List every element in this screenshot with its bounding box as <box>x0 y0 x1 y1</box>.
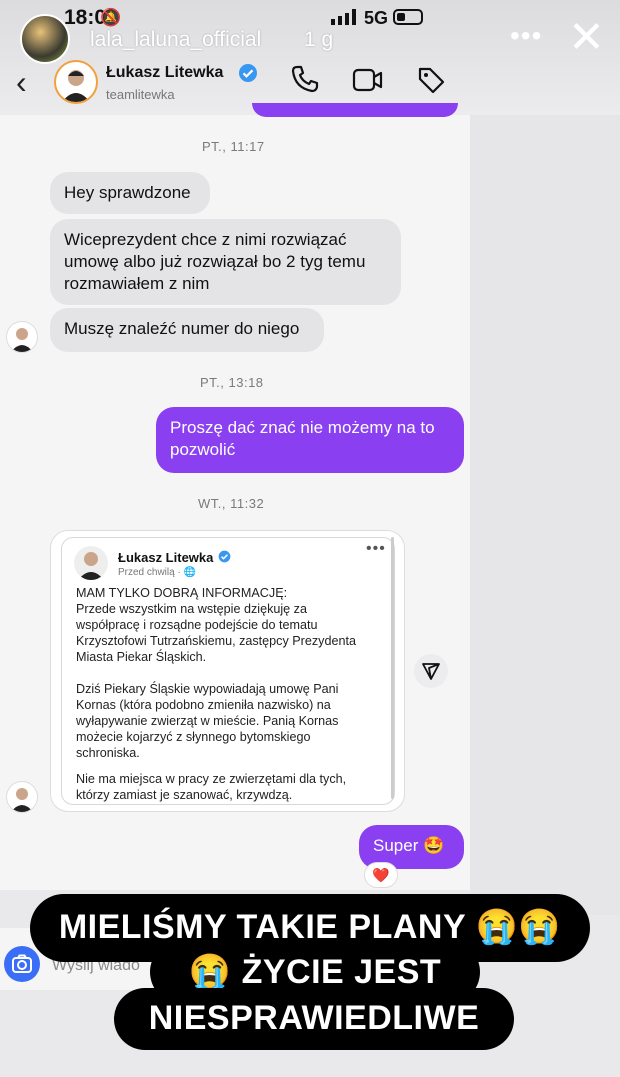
shared-post-screenshot: Łukasz Litewka Przed chwilą · 🌐 ••• MAM … <box>61 537 395 805</box>
post-text-line: Nie ma miejsca w pracy ze zwierzętami dl… <box>76 772 347 786</box>
close-icon[interactable]: ✕ <box>568 16 605 60</box>
person-icon <box>62 70 90 102</box>
incoming-message[interactable]: Hey sprawdzone <box>50 172 210 214</box>
message-text: Muszę znaleźć numer do niego <box>64 319 300 338</box>
tag-icon[interactable] <box>416 65 446 95</box>
post-text-line: MAM TYLKO DOBRĄ INFORMACJĘ: <box>76 586 288 600</box>
more-options-icon[interactable]: ••• <box>510 20 542 52</box>
signal-icon <box>331 9 356 25</box>
camera-button[interactable] <box>4 946 40 982</box>
mute-bell-icon: 🔕 <box>100 8 122 27</box>
video-call-icon[interactable] <box>352 68 384 92</box>
post-text-line: schroniska. <box>76 746 140 760</box>
incoming-message[interactable]: Wiceprezydent chce z nimi rozwiązać umow… <box>50 219 401 305</box>
story-caption: NIESPRAWIEDLIWE <box>114 988 514 1050</box>
person-icon <box>78 552 104 580</box>
outgoing-message[interactable]: Proszę dać znać nie możemy na to pozwoli… <box>156 407 464 473</box>
post-text-line: Kornas (która podobno zmieniła nazwisko)… <box>76 698 331 712</box>
post-text-line: którzy zamiast je szanować, krzywdzą. <box>76 788 293 802</box>
message-text-line: umowę albo już rozwiązał bo 2 tyg temu <box>64 252 366 271</box>
back-icon[interactable]: ‹ <box>16 64 27 100</box>
person-icon <box>11 788 33 812</box>
more-options-icon: ••• <box>366 540 386 557</box>
story-age: 1 g <box>304 28 334 51</box>
heart-reaction[interactable]: ❤️ <box>364 862 398 888</box>
message-text: Hey sprawdzone <box>64 183 191 202</box>
message-text-line: rozmawiałem z nim <box>64 274 210 293</box>
message-text: Super 🤩 <box>373 836 445 855</box>
sender-avatar[interactable] <box>6 781 38 813</box>
previous-message-bubble <box>252 103 458 117</box>
post-text-line: wyłapywanie zwierząt w mieście. Panią Ko… <box>76 714 339 728</box>
camera-icon <box>12 954 32 973</box>
timestamp: PT., 11:17 <box>202 139 265 154</box>
story-username[interactable]: lala_laluna_official <box>90 28 261 52</box>
share-button[interactable] <box>414 654 448 688</box>
timestamp: WT., 11:32 <box>198 496 265 511</box>
network-label: 5G <box>364 8 389 28</box>
shared-post-card[interactable]: Łukasz Litewka Przed chwilą · 🌐 ••• MAM … <box>50 530 405 812</box>
verified-badge-icon <box>218 550 231 563</box>
post-author-name: Łukasz Litewka <box>118 550 214 565</box>
post-scrollbar <box>391 537 394 799</box>
message-text-line: Proszę dać znać nie możemy na to <box>170 418 435 437</box>
message-text-line: pozwolić <box>170 440 236 459</box>
message-text-line: Wiceprezydent chce z nimi rozwiązać <box>64 230 347 249</box>
contact-name[interactable]: Łukasz Litewka <box>106 64 223 82</box>
story-avatar[interactable] <box>20 14 70 64</box>
story-side-background <box>470 115 620 915</box>
post-author-avatar <box>74 546 108 580</box>
phone-call-icon[interactable] <box>290 64 320 94</box>
post-text-line: Przede wszystkim na wstępie dziękuję za <box>76 602 307 616</box>
sender-avatar[interactable] <box>6 321 38 353</box>
post-text-line: możecie kojarzyć z słynnego bytomskiego <box>76 730 311 744</box>
contact-handle: teamlitewka <box>106 87 175 102</box>
post-text-line: Miasta Piekar Śląskich. <box>76 650 207 664</box>
battery-icon <box>393 9 423 25</box>
timestamp: PT., 13:18 <box>200 375 264 390</box>
verified-badge-icon <box>239 64 257 82</box>
send-icon <box>422 663 440 680</box>
contact-avatar[interactable] <box>54 60 98 104</box>
person-icon <box>11 328 33 352</box>
incoming-message[interactable]: Muszę znaleźć numer do niego <box>50 308 324 352</box>
post-text-line: współpracę i rozsądne podejście do temat… <box>76 618 318 632</box>
post-meta: Przed chwilą · 🌐 <box>118 567 197 578</box>
post-text-line: Krzysztofowi Tutrzańskiemu, zastępcy Pre… <box>76 634 356 648</box>
post-text-line: Dziś Piekary Śląskie wypowiadają umowę P… <box>76 682 339 696</box>
